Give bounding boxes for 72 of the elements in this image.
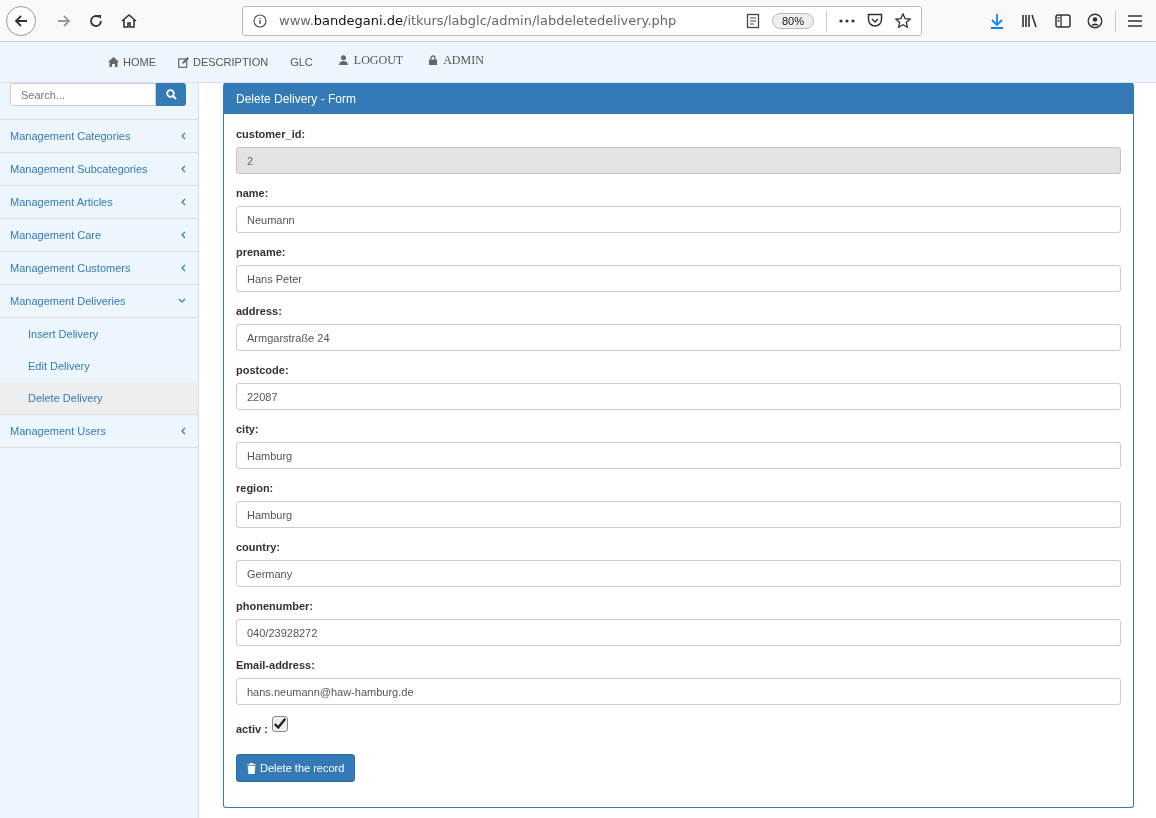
input-field[interactable]: 22087 [236,383,1121,410]
sidebar-item[interactable]: Management Categories [0,120,198,153]
forward-icon[interactable] [56,12,72,29]
reader-view-icon[interactable] [745,12,760,29]
nav-link[interactable]: ADMIN [429,52,484,68]
sidebar-subitem[interactable]: Insert Delivery [0,318,198,350]
chevron-down-icon [178,298,186,304]
input-field[interactable]: Neumann [236,206,1121,233]
field-label: address: [236,305,283,318]
panel-title: Delete Delivery - Form [224,83,1133,114]
nav-link[interactable]: GLC [290,56,313,68]
checkbox[interactable] [271,716,288,732]
chevron-left-icon [180,427,186,435]
checkmark-icon [272,717,287,731]
input-field[interactable]: Hans Peter [236,265,1121,292]
home-icon[interactable] [120,12,138,29]
sidebar-item[interactable]: Management Care [0,219,198,252]
edit-icon [178,56,189,68]
more-icon[interactable] [839,18,855,23]
sidebar-subitem[interactable]: Delete Delivery [0,382,198,415]
chevron-left-icon [180,264,186,272]
star-icon[interactable] [895,12,911,29]
field-label: name: [236,187,270,200]
field-label: Email-address: [236,659,316,672]
zoom-level-badge[interactable]: 80% [771,12,814,29]
sidebar-item[interactable]: Management Subcategories [0,153,198,186]
delete-button[interactable]: Delete the record [236,754,356,782]
chevron-left-icon [180,231,186,239]
input-field[interactable]: Germany [236,560,1121,587]
user-icon [338,55,348,65]
account-icon[interactable] [1087,12,1103,29]
sidebar-item[interactable]: Management Deliveries [0,285,198,318]
field-label: region: [236,482,275,495]
search-button[interactable] [156,83,186,106]
info-icon[interactable] [253,13,267,28]
back-arrow-icon [13,12,29,29]
search-icon [165,89,177,100]
lock-icon [429,55,438,65]
field-label: country: [236,541,281,554]
input-field[interactable]: 040/23928272 [236,619,1121,646]
chevron-left-icon [180,198,186,206]
field-label: prename: [236,246,287,259]
sidebar-item[interactable]: Management Users [0,415,198,448]
sidebar-icon[interactable] [1055,13,1071,28]
field-label: postcode: [236,364,290,377]
sidebar-subitem[interactable]: Edit Delivery [0,350,198,382]
home-icon [108,57,119,67]
field-label: phonenumber: [236,600,314,613]
library-icon[interactable] [1021,12,1039,29]
field-label: customer_id: [236,128,307,141]
back-button[interactable] [6,5,36,36]
trash-icon [247,762,256,774]
sidebar-item[interactable]: Management Articles [0,186,198,219]
nav-link[interactable]: DESCRIPTION [178,56,269,68]
menu-icon[interactable] [1128,14,1142,27]
nav-link[interactable]: LOGOUT [338,52,404,68]
reload-icon[interactable] [88,12,104,29]
input-field[interactable]: Hamburg [236,501,1121,528]
field-label: city: [236,423,260,436]
sidebar-item[interactable]: Management Customers [0,252,198,285]
search-field[interactable]: Search... [10,83,156,106]
address-bar[interactable]: www.bandegani.de/itkurs/labglc/admin/labdeletedelivery.php 80% [242,5,922,36]
input-field[interactable]: hans.neumann@haw-hamburg.de [236,678,1121,705]
nav-link[interactable]: HOME [108,56,156,68]
url-text: www.bandegani.de/itkurs/labglc/admin/labdeletedelivery.php [279,13,677,28]
checkbox-label: activ : [236,723,268,736]
input-field[interactable]: Armgarstraße 24 [236,324,1121,351]
pocket-icon[interactable] [867,13,883,28]
download-icon[interactable] [989,12,1005,29]
input-field[interactable]: Hamburg [236,442,1121,469]
chevron-left-icon [180,132,186,140]
chevron-left-icon [180,165,186,173]
